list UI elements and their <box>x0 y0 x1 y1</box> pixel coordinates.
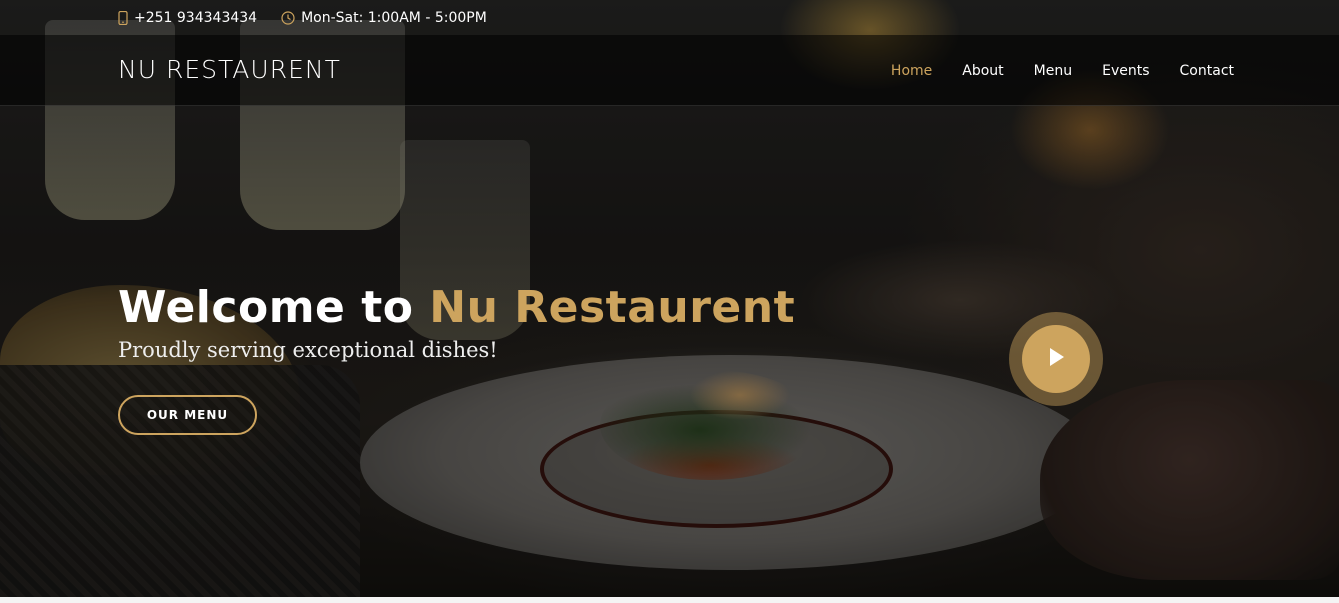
nav-home[interactable]: Home <box>891 63 932 79</box>
top-info-bar: +251 934343434 Mon-Sat: 1:00AM - 5:00PM <box>0 0 1339 35</box>
site-logo[interactable]: NU RESTAURENT <box>118 55 341 84</box>
hours-info: Mon-Sat: 1:00AM - 5:00PM <box>281 10 487 26</box>
nav-about[interactable]: About <box>962 63 1003 79</box>
play-video-button[interactable] <box>1009 312 1103 406</box>
play-icon <box>1046 346 1066 372</box>
our-menu-button[interactable]: OUR MENU <box>118 395 257 435</box>
page-bottom-edge <box>0 597 1339 603</box>
site-header: NU RESTAURENT Home About Menu Events Con… <box>0 35 1339 106</box>
play-button-core <box>1022 325 1090 393</box>
hero-subtitle: Proudly serving exceptional dishes! <box>118 338 498 362</box>
mobile-phone-icon <box>118 10 128 25</box>
main-nav: Home About Menu Events Contact <box>861 35 1234 106</box>
nav-events[interactable]: Events <box>1102 63 1149 79</box>
clock-icon <box>281 10 295 25</box>
phone-info: +251 934343434 <box>118 10 257 26</box>
nav-menu[interactable]: Menu <box>1034 63 1072 79</box>
page: +251 934343434 Mon-Sat: 1:00AM - 5:00PM … <box>0 0 1339 603</box>
hero-title: Welcome to Nu Restaurent <box>118 282 795 333</box>
nav-contact[interactable]: Contact <box>1180 63 1234 79</box>
phone-number: +251 934343434 <box>134 9 258 26</box>
opening-hours: Mon-Sat: 1:00AM - 5:00PM <box>301 9 487 26</box>
hero-title-prefix: Welcome to <box>118 282 414 333</box>
hero-title-accent: Nu Restaurent <box>429 282 796 333</box>
